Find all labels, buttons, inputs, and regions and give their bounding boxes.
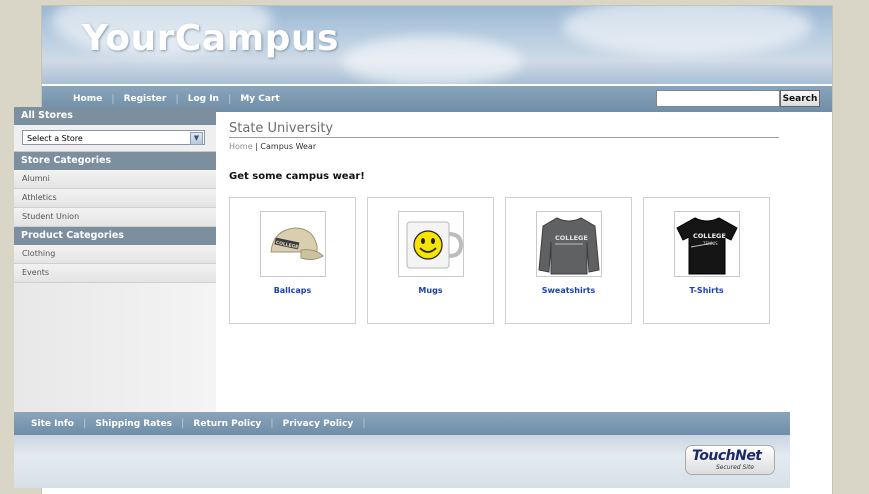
page-title: State University [229,121,334,136]
footer-nav-bar: Site Info | Shipping Rates | Return Poli… [14,412,790,435]
store-categories-heading: Store Categories [14,152,216,170]
nav-home-link[interactable]: Home [64,94,111,104]
title-divider [229,137,779,138]
product-tile-sweatshirts[interactable]: COLLEGE Sweatshirts [505,197,632,324]
breadcrumb-current: Campus Wear [260,142,317,151]
search-button[interactable]: Search [780,90,820,107]
product-label-mugs[interactable]: Mugs [368,286,493,295]
touchnet-badge[interactable]: TouchNet Secured Site [686,446,774,474]
product-categories-heading: Product Categories [14,227,216,245]
footer-privacy-policy-link[interactable]: Privacy Policy [274,419,363,429]
product-label-tshirts[interactable]: T-Shirts [644,286,769,295]
site-logo[interactable]: YourCampus [82,18,339,59]
nav-login-link[interactable]: Log In [179,94,228,104]
breadcrumb-separator: | [255,142,258,151]
sidebar: All Stores Select a Store ▼ Store Catego… [14,107,216,412]
sidebar-item-alumni[interactable]: Alumni [14,170,216,189]
product-tile-mugs[interactable]: Mugs [367,197,494,324]
nav-register-link[interactable]: Register [115,94,176,104]
footer-site-info-link[interactable]: Site Info [22,419,83,429]
breadcrumb: Home | Campus Wear [229,142,316,151]
footer [14,435,790,488]
sweatshirt-print: COLLEGE [555,234,588,242]
chevron-down-icon[interactable]: ▼ [190,132,203,145]
product-tile-tshirts[interactable]: COLLEGE TENNIS T-Shirts [643,197,770,324]
sidebar-item-student-union[interactable]: Student Union [14,208,216,227]
product-label-ballcaps[interactable]: Ballcaps [230,286,355,295]
main-content: State University Home | Campus Wear Get … [216,107,790,412]
footer-return-policy-link[interactable]: Return Policy [184,419,270,429]
smiley-mug-icon[interactable] [398,211,464,277]
section-heading: Get some campus wear! [229,171,365,182]
ballcap-icon[interactable]: COLLEGE [260,211,326,277]
footer-shipping-rates-link[interactable]: Shipping Rates [86,419,181,429]
site-banner: YourCampus [42,6,832,84]
sidebar-item-events[interactable]: Events [14,264,216,283]
badge-name: TouchNet [692,448,762,464]
all-stores-heading: All Stores [14,107,216,125]
store-select-value: Select a Store [27,134,83,143]
tshirt-print: COLLEGE [693,232,726,240]
product-label-sweatshirts[interactable]: Sweatshirts [506,286,631,295]
nav-cart-link[interactable]: My Cart [231,94,288,104]
product-tile-ballcaps[interactable]: COLLEGE Ballcaps [229,197,356,324]
sweatshirt-icon[interactable]: COLLEGE [536,211,602,277]
sidebar-item-athletics[interactable]: Athletics [14,189,216,208]
store-select-row: Select a Store ▼ [14,125,216,152]
store-select[interactable]: Select a Store ▼ [22,130,205,145]
sidebar-item-clothing[interactable]: Clothing [14,245,216,264]
breadcrumb-home-link[interactable]: Home [229,142,253,151]
footer-separator: | [362,418,366,429]
search-input[interactable] [656,90,780,107]
tshirt-icon[interactable]: COLLEGE TENNIS [674,211,740,277]
badge-subtitle: Secured Site [716,464,754,471]
